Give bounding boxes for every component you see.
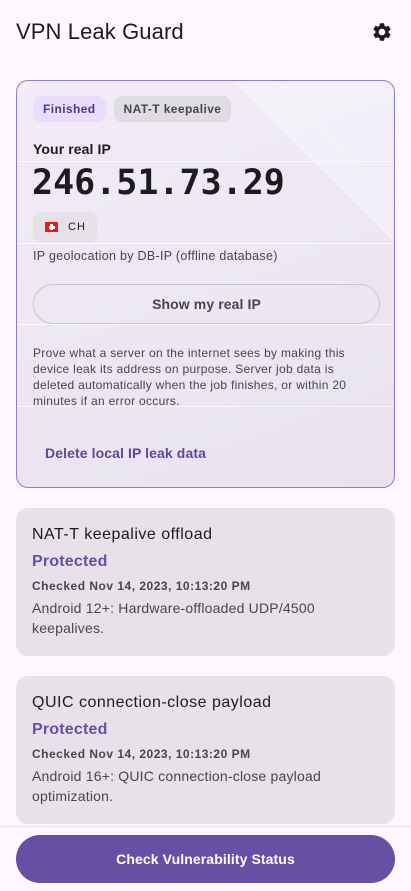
geolocation-attribution: IP geolocation by DB-IP (offline databas… (33, 249, 278, 263)
ip-leak-card: Finished NAT-T keepalive Your real IP 24… (16, 80, 395, 488)
settings-button[interactable] (370, 20, 394, 44)
content-scroll[interactable]: Finished NAT-T keepalive Your real IP 24… (0, 64, 411, 826)
checked-timestamp: Checked Nov 14, 2023, 10:13:20 PM (32, 579, 251, 593)
status-description: Android 12+: Hardware-offloaded UDP/4500… (32, 600, 315, 636)
ip-address: 246.51.73.29 (32, 163, 285, 203)
finished-chip: Finished (33, 96, 106, 122)
status-title: QUIC connection-close payload (32, 694, 272, 711)
swiss-flag-icon (45, 222, 58, 232)
keepalive-chip: NAT-T keepalive (113, 96, 232, 122)
status-value: Protected (32, 721, 108, 738)
status-value: Protected (32, 553, 108, 570)
app-bar: VPN Leak Guard (0, 0, 411, 64)
divider (17, 324, 394, 325)
job-status-chips: Finished NAT-T keepalive (33, 96, 232, 122)
status-card-natt: NAT-T keepalive offload Protected Checke… (16, 508, 395, 656)
delete-ip-leak-data-button[interactable]: Delete local IP leak data (33, 433, 218, 473)
real-ip-label: Your real IP (33, 141, 111, 157)
status-description: Android 16+: QUIC connection-close paylo… (32, 768, 321, 804)
leak-explanation: Prove what a server on the internet sees… (33, 346, 347, 408)
app-title: VPN Leak Guard (16, 19, 184, 44)
checked-timestamp: Checked Nov 14, 2023, 10:13:20 PM (32, 747, 251, 761)
check-vulnerability-button[interactable]: Check Vulnerability Status (16, 835, 395, 883)
gear-icon (373, 23, 391, 41)
bottom-action-bar: Check Vulnerability Status (0, 826, 411, 891)
country-chip: CH (33, 212, 97, 242)
divider (17, 161, 394, 162)
status-card-quic: QUIC connection-close payload Protected … (16, 676, 395, 824)
show-real-ip-button[interactable]: Show my real IP (33, 284, 380, 324)
divider (17, 406, 394, 407)
divider (17, 243, 394, 244)
country-code: CH (68, 221, 86, 233)
status-title: NAT-T keepalive offload (32, 526, 213, 543)
